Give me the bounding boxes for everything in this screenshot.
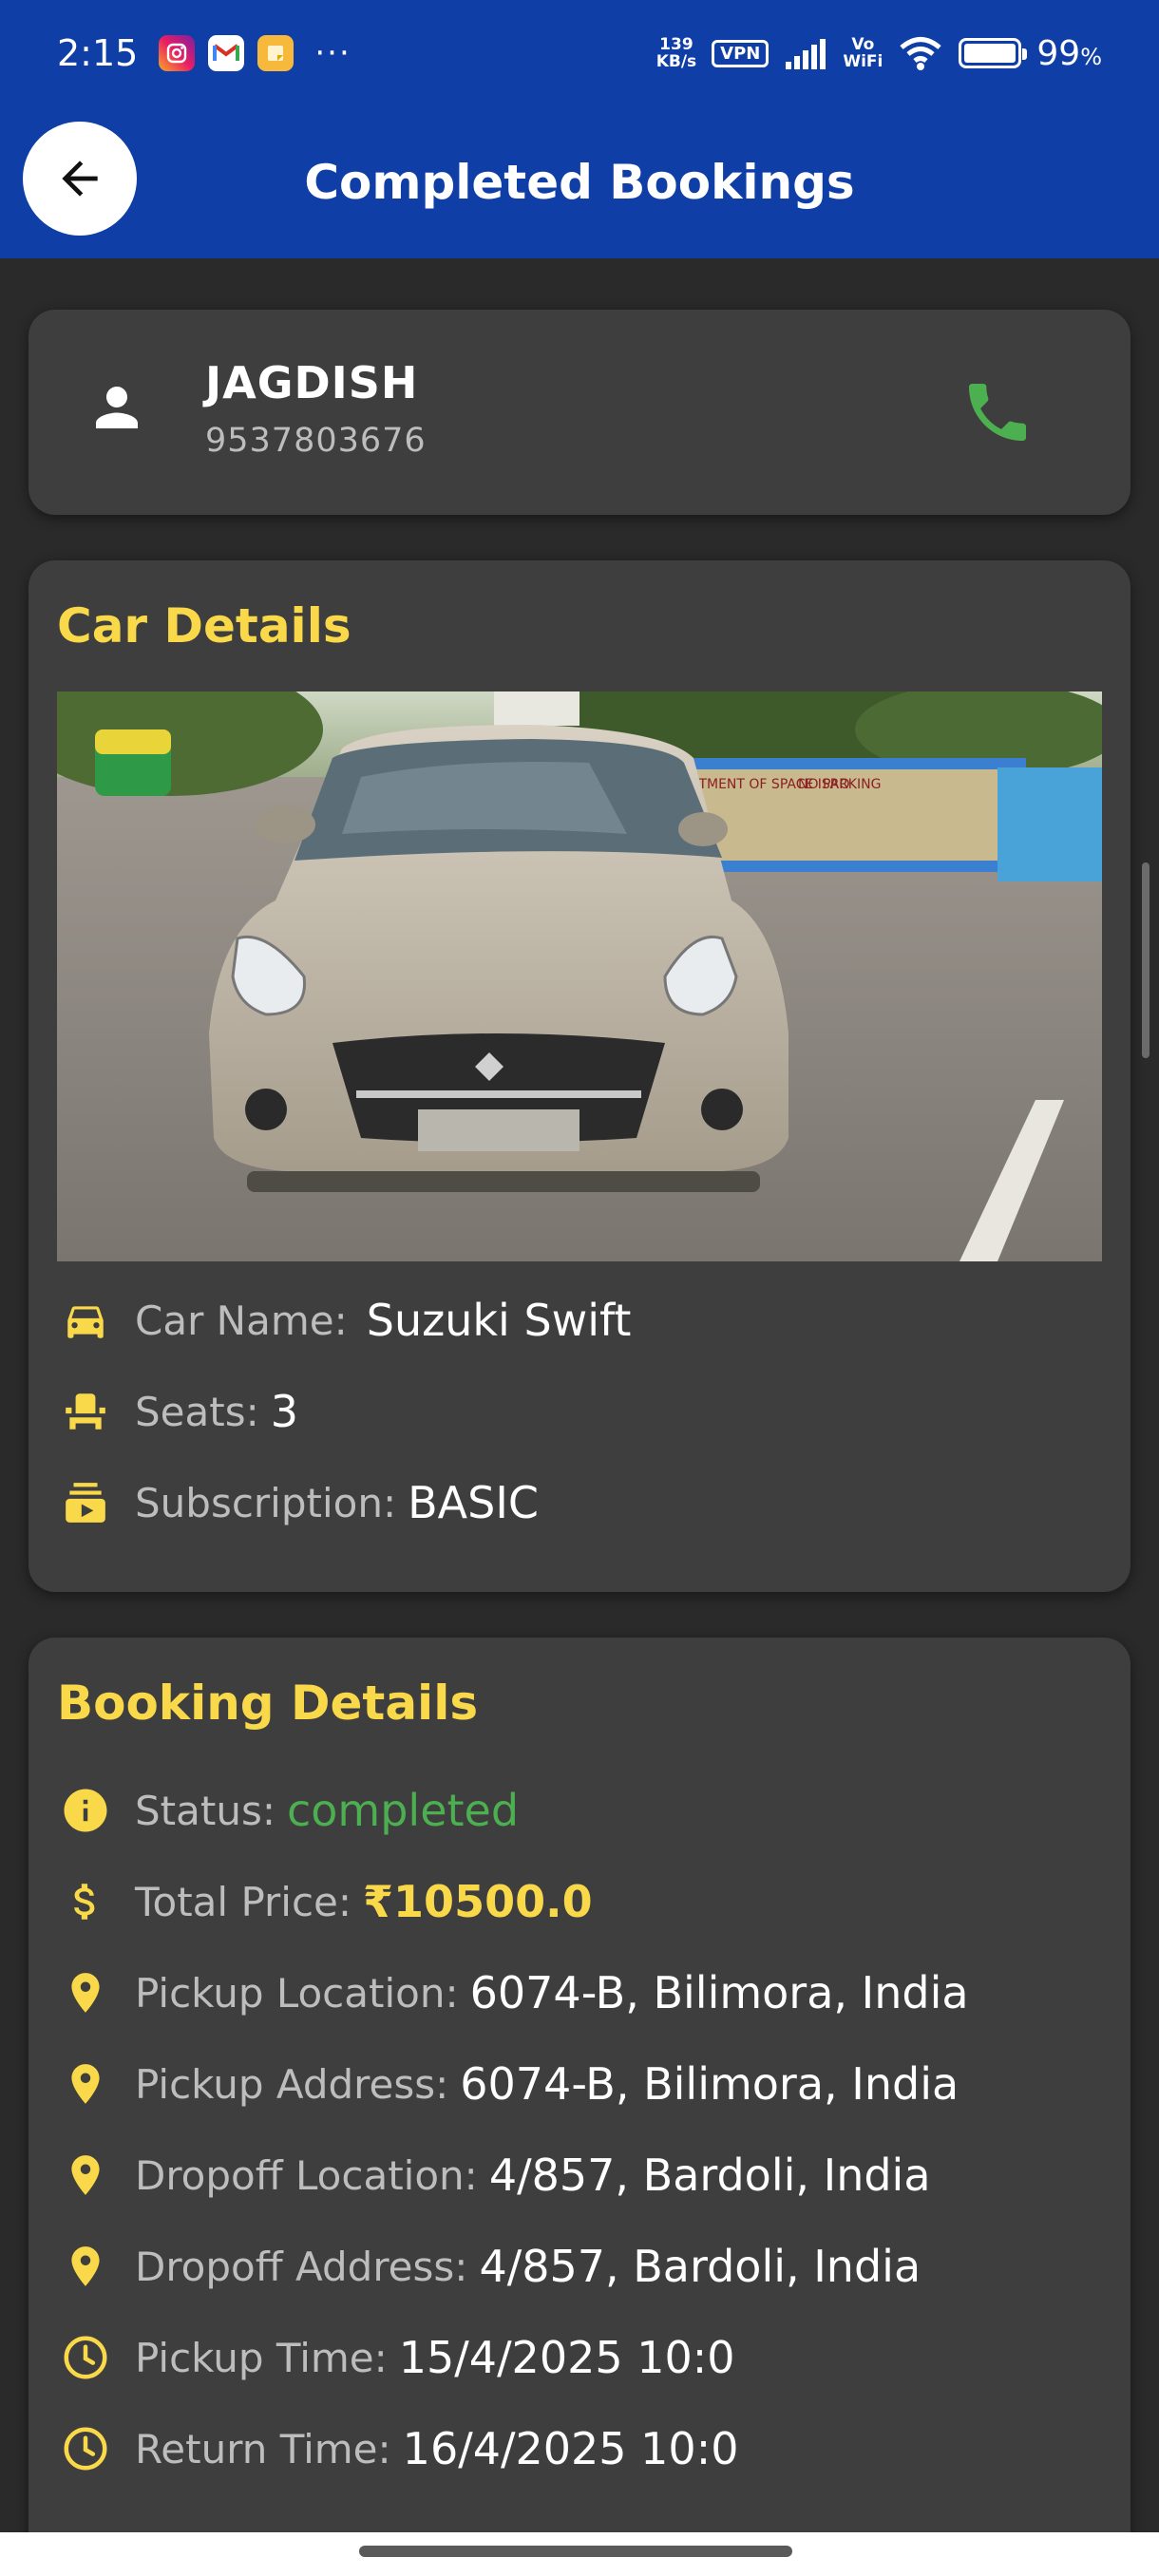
pickup-location-label: Pickup Location: [135, 1969, 459, 2017]
status-row: Status: completed [57, 1782, 519, 1839]
customer-phone: 9537803676 [205, 422, 427, 460]
dollar-icon [57, 1873, 114, 1930]
battery-level: 99% [1036, 34, 1102, 73]
page-title: Completed Bookings [304, 155, 855, 210]
dropoff-location-value: 4/857, Bardoli, India [488, 2150, 931, 2201]
battery-icon [959, 38, 1028, 68]
subscription-value: BASIC [408, 1477, 540, 1528]
return-time-label: Return Time: [135, 2425, 391, 2472]
instagram-icon [159, 35, 196, 71]
dropoff-location-row: Dropoff Location: 4/857, Bardoli, India [57, 2147, 931, 2204]
subscriptions-icon [57, 1474, 114, 1531]
subscription-label: Subscription: [135, 1479, 397, 1526]
content-scroll[interactable]: JAGDISH 9537803676 Car Details DEPARTMEN… [0, 258, 1159, 2532]
arrow-left-icon [62, 161, 98, 197]
person-icon [96, 387, 138, 428]
booking-details-card: Booking Details Status: completed Total … [28, 1638, 1130, 2532]
return-time-row: Return Time: 16/4/2025 10:0 [57, 2420, 738, 2477]
vowifi-vo: Vo [851, 35, 875, 54]
price-row: Total Price: ₹10500.0 [57, 1873, 593, 1930]
pickup-time-value: 15/4/2025 10:0 [398, 2332, 735, 2383]
app-bar: Completed Bookings [0, 106, 1159, 258]
customer-card: JAGDISH 9537803676 [28, 310, 1130, 515]
pickup-address-value: 6074-B, Bilimora, India [460, 2058, 960, 2110]
gesture-navigation-bar [0, 2532, 1159, 2576]
car-icon [57, 1292, 114, 1349]
pickup-address-label: Pickup Address: [135, 2060, 449, 2108]
pickup-time-row: Pickup Time: 15/4/2025 10:0 [57, 2329, 735, 2386]
clock-icon [57, 2329, 114, 2386]
dropoff-address-value: 4/857, Bardoli, India [479, 2241, 922, 2292]
pickup-location-value: 6074-B, Bilimora, India [469, 1967, 969, 2018]
return-time-value: 16/4/2025 10:0 [402, 2423, 739, 2474]
info-icon [57, 1782, 114, 1839]
car-details-card: Car Details DEPARTMENT OF SPACE ISRO NO … [28, 560, 1130, 1592]
clock: 2:15 [57, 32, 139, 74]
car-name-value: Suzuki Swift [366, 1295, 632, 1346]
vowifi-icon: Vo WiFi [843, 36, 883, 70]
dropoff-address-row: Dropoff Address: 4/857, Bardoli, India [57, 2238, 921, 2295]
price-label: Total Price: [135, 1878, 352, 1925]
wifi-icon [900, 37, 941, 70]
pickup-time-label: Pickup Time: [135, 2334, 388, 2381]
scrollbar[interactable] [1142, 862, 1150, 1058]
photo-sign-noparking: NO PARKING [798, 777, 881, 792]
seats-label: Seats: [135, 1388, 259, 1435]
network-speed-unit: KB/s [656, 52, 697, 71]
pickup-address-row: Pickup Address: 6074-B, Bilimora, India [57, 2055, 959, 2112]
more-notifications-icon: ··· [314, 34, 352, 72]
battery-percent: 99 [1036, 33, 1081, 73]
back-button[interactable] [23, 122, 137, 236]
location-pin-icon [57, 2147, 114, 2204]
status-value: completed [286, 1785, 520, 1836]
price-value: ₹10500.0 [363, 1876, 593, 1927]
home-handle[interactable] [359, 2546, 792, 2557]
signal-icon [786, 39, 826, 69]
car-photo: DEPARTMENT OF SPACE ISRO NO PARKING [57, 691, 1102, 1261]
seat-icon [57, 1383, 114, 1440]
network-speed: 139 KB/s [656, 36, 696, 70]
notes-icon [257, 35, 294, 71]
customer-name: JAGDISH [205, 357, 419, 408]
car-name-label: Car Name: [135, 1297, 348, 1344]
network-speed-value: 139 [659, 35, 694, 54]
dropoff-location-label: Dropoff Location: [135, 2151, 478, 2199]
status-icons: 139 KB/s VPN Vo WiFi 99% [656, 34, 1102, 73]
seats-row: Seats: 3 [57, 1383, 298, 1440]
status-label: Status: [135, 1787, 276, 1834]
vpn-icon: VPN [712, 39, 770, 67]
seats-value: 3 [270, 1386, 299, 1437]
phone-icon [969, 384, 1026, 441]
location-pin-icon [57, 2055, 114, 2112]
call-button[interactable] [960, 374, 1036, 454]
screen: 2:15 ··· 139 KB/s VPN Vo WiFi 99% Comple… [0, 0, 1159, 2576]
car-details-title: Car Details [57, 598, 352, 653]
status-bar: 2:15 ··· 139 KB/s VPN Vo WiFi 99% [0, 0, 1159, 106]
pickup-location-row: Pickup Location: 6074-B, Bilimora, India [57, 1964, 969, 2021]
location-pin-icon [57, 1964, 114, 2021]
gmail-icon [208, 35, 245, 71]
clock-icon [57, 2420, 114, 2477]
booking-details-title: Booking Details [57, 1676, 479, 1731]
car-name-row: Car Name: Suzuki Swift [57, 1292, 631, 1349]
vowifi-wifi: WiFi [843, 52, 884, 71]
location-pin-icon [57, 2238, 114, 2295]
subscription-row: Subscription: BASIC [57, 1474, 539, 1531]
dropoff-address-label: Dropoff Address: [135, 2243, 468, 2290]
battery-unit: % [1080, 43, 1102, 70]
